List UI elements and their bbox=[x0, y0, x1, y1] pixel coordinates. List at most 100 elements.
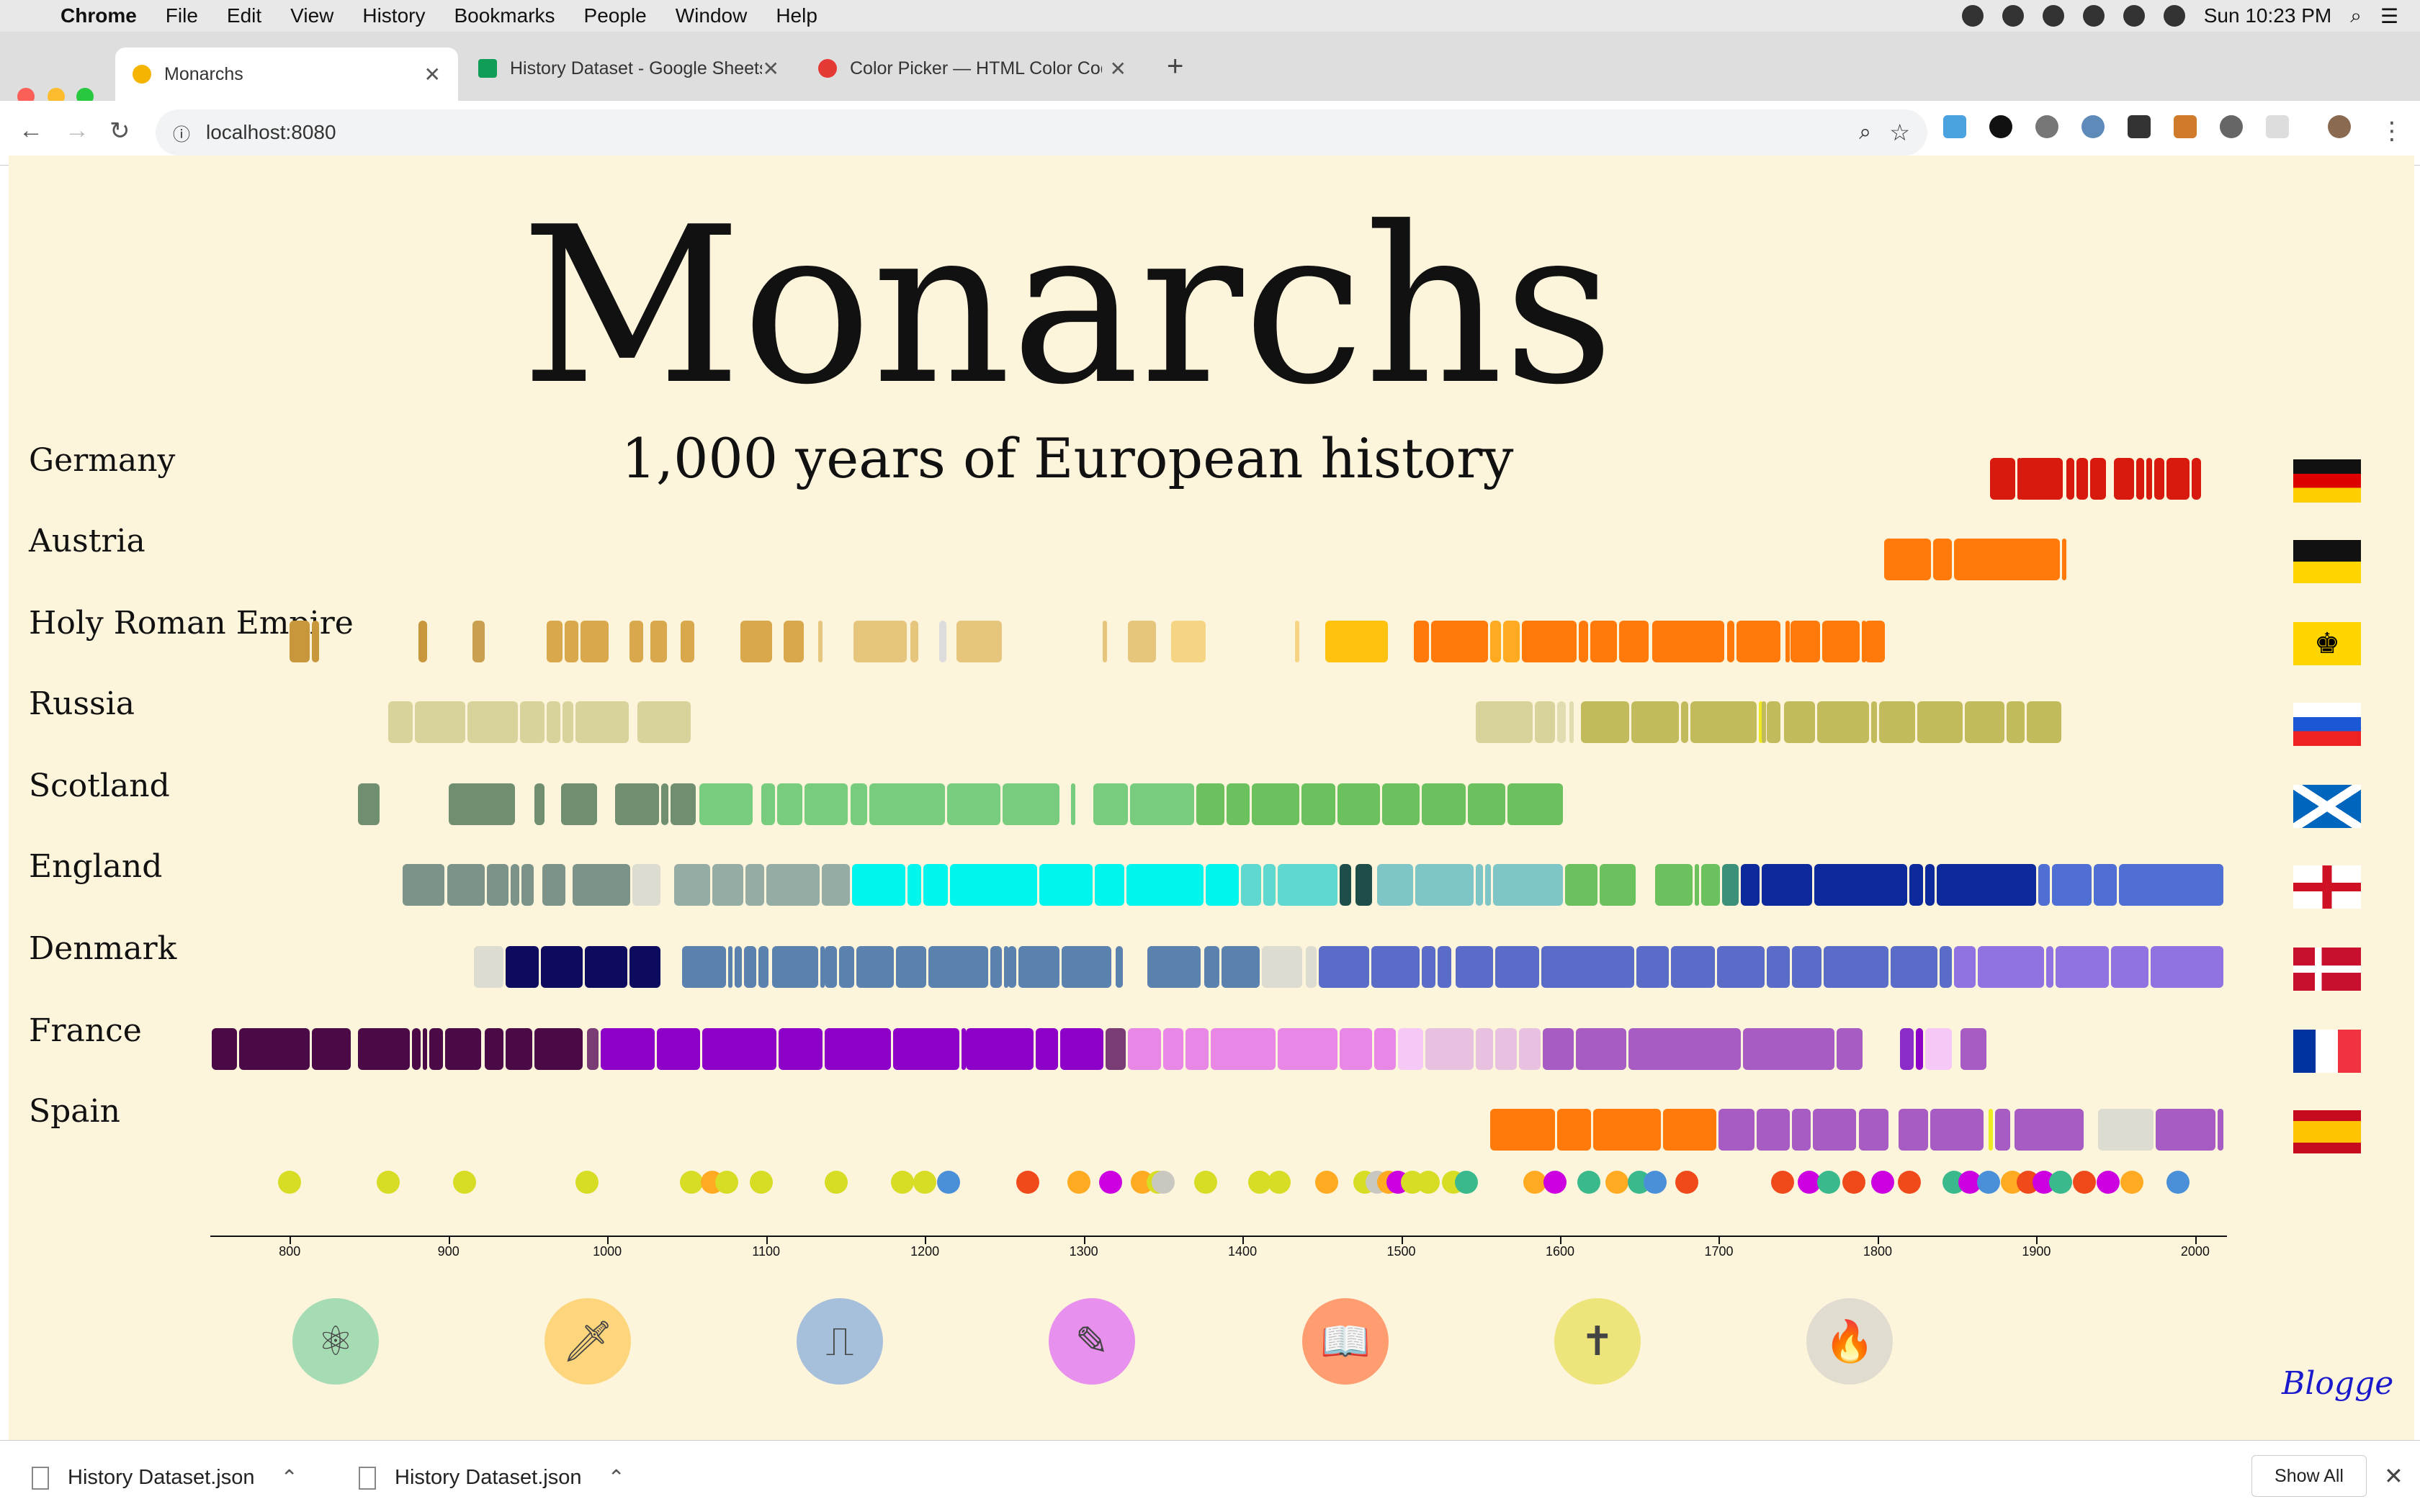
wifi-icon[interactable] bbox=[2082, 5, 2105, 27]
reign-bar[interactable] bbox=[1485, 864, 1492, 906]
reign-bar[interactable] bbox=[561, 783, 598, 825]
event-dot[interactable] bbox=[278, 1171, 302, 1194]
download-item[interactable]: History Dataset.json ⌃ bbox=[32, 1465, 298, 1490]
event-dot[interactable] bbox=[1605, 1171, 1629, 1194]
reign-bar[interactable] bbox=[572, 864, 631, 906]
reign-bar[interactable] bbox=[1170, 621, 1206, 662]
reign-bar[interactable] bbox=[2098, 1109, 2154, 1151]
reign-bar[interactable] bbox=[1431, 621, 1488, 662]
reign-bar[interactable] bbox=[1871, 701, 1878, 743]
reign-bar[interactable] bbox=[758, 946, 769, 988]
reign-bar[interactable] bbox=[1382, 783, 1420, 825]
chevron-up-icon[interactable]: ⌃ bbox=[281, 1465, 298, 1490]
event-dot[interactable] bbox=[452, 1171, 476, 1194]
reign-bar[interactable] bbox=[1631, 701, 1679, 743]
reign-bar[interactable] bbox=[1185, 1028, 1209, 1070]
reign-bar[interactable] bbox=[712, 864, 743, 906]
reign-bar[interactable] bbox=[1204, 946, 1220, 988]
reign-bar[interactable] bbox=[580, 621, 609, 662]
reign-bar[interactable] bbox=[1126, 864, 1204, 906]
reign-bar[interactable] bbox=[1636, 946, 1670, 988]
reign-bar[interactable] bbox=[1965, 701, 2004, 743]
reign-bar[interactable] bbox=[1701, 864, 1720, 906]
volume-icon[interactable] bbox=[2123, 5, 2145, 27]
reign-bar[interactable] bbox=[1196, 783, 1224, 825]
reign-bar[interactable] bbox=[506, 946, 539, 988]
info-icon[interactable]: ⓘ bbox=[173, 120, 190, 145]
reign-bar[interactable] bbox=[680, 621, 694, 662]
reign-bar[interactable] bbox=[542, 864, 566, 906]
reign-bar[interactable] bbox=[1371, 946, 1420, 988]
reign-bar[interactable] bbox=[2166, 458, 2190, 500]
menu-list-icon[interactable]: ☰ bbox=[2380, 4, 2398, 28]
reign-bar[interactable] bbox=[1306, 946, 1317, 988]
close-downloads-icon[interactable]: ✕ bbox=[2384, 1462, 2403, 1490]
reign-bar[interactable] bbox=[2027, 701, 2061, 743]
reign-bar[interactable] bbox=[1593, 1109, 1662, 1151]
reign-bar[interactable] bbox=[699, 783, 753, 825]
tab-color-picker[interactable]: Color Picker — HTML Color Codes ✕ bbox=[801, 48, 1144, 89]
reign-bar[interactable] bbox=[2018, 458, 2063, 500]
reign-bar[interactable] bbox=[1494, 946, 1539, 988]
reign-bar[interactable] bbox=[946, 783, 1001, 825]
reign-bar[interactable] bbox=[1542, 1028, 1574, 1070]
reign-bar[interactable] bbox=[534, 1028, 583, 1070]
menu-view[interactable]: View bbox=[290, 4, 333, 27]
menu-edit[interactable]: Edit bbox=[227, 4, 261, 27]
reign-bar[interactable] bbox=[1240, 864, 1261, 906]
chevron-up-icon[interactable]: ⌃ bbox=[608, 1465, 625, 1490]
event-dot[interactable] bbox=[750, 1171, 774, 1194]
reign-bar[interactable] bbox=[1898, 1109, 1928, 1151]
reign-bar[interactable] bbox=[1580, 701, 1630, 743]
reign-bar[interactable] bbox=[312, 621, 320, 662]
event-dot[interactable] bbox=[1099, 1171, 1123, 1194]
reign-bar[interactable] bbox=[1476, 864, 1484, 906]
event-dot[interactable] bbox=[1842, 1171, 1865, 1194]
bookmark-star-icon[interactable]: ☆ bbox=[1889, 119, 1910, 146]
reign-bar[interactable] bbox=[387, 701, 413, 743]
reign-bar[interactable] bbox=[1227, 783, 1250, 825]
reign-bar[interactable] bbox=[1339, 1028, 1373, 1070]
menu-window[interactable]: Window bbox=[676, 4, 748, 27]
reign-bar[interactable] bbox=[1534, 701, 1555, 743]
status-icon[interactable] bbox=[2042, 5, 2064, 27]
reign-bar[interactable] bbox=[1415, 864, 1474, 906]
show-all-button[interactable]: Show All bbox=[2251, 1455, 2367, 1497]
reign-bar[interactable] bbox=[601, 1028, 655, 1070]
reign-bar[interactable] bbox=[1960, 1028, 1987, 1070]
forward-icon[interactable]: → bbox=[65, 117, 89, 145]
menu-file[interactable]: File bbox=[166, 4, 198, 27]
reign-bar[interactable] bbox=[1899, 1028, 1914, 1070]
close-tab-icon[interactable]: ✕ bbox=[1110, 57, 1126, 81]
reign-bar[interactable] bbox=[1628, 1028, 1741, 1070]
reign-bar[interactable] bbox=[1915, 1028, 1924, 1070]
reign-bar[interactable] bbox=[473, 946, 504, 988]
event-dot[interactable] bbox=[1417, 1171, 1440, 1194]
event-dot[interactable] bbox=[913, 1171, 937, 1194]
reign-bar[interactable] bbox=[2006, 701, 2025, 743]
event-dot[interactable] bbox=[1454, 1171, 1478, 1194]
reign-bar[interactable] bbox=[928, 946, 988, 988]
reign-bar[interactable] bbox=[637, 701, 691, 743]
event-dot[interactable] bbox=[2048, 1171, 2072, 1194]
event-dot[interactable] bbox=[2120, 1171, 2143, 1194]
cross-icon[interactable]: ✝ bbox=[1554, 1298, 1641, 1385]
event-dot[interactable] bbox=[1675, 1171, 1699, 1194]
reign-bar[interactable] bbox=[893, 1028, 959, 1070]
event-dot[interactable] bbox=[376, 1171, 400, 1194]
reign-bar[interactable] bbox=[547, 621, 563, 662]
reign-bar[interactable] bbox=[423, 1028, 428, 1070]
reign-bar[interactable] bbox=[1726, 621, 1734, 662]
reign-bar[interactable] bbox=[2038, 864, 2051, 906]
reign-bar[interactable] bbox=[1858, 1109, 1888, 1151]
reign-bar[interactable] bbox=[1007, 946, 1017, 988]
reign-bar[interactable] bbox=[777, 783, 802, 825]
reign-bar[interactable] bbox=[818, 621, 823, 662]
extension-icon[interactable] bbox=[1943, 115, 1966, 138]
reign-bar[interactable] bbox=[1824, 946, 1888, 988]
reign-bar[interactable] bbox=[534, 783, 545, 825]
reign-bar[interactable] bbox=[1476, 1028, 1493, 1070]
reign-bar[interactable] bbox=[2076, 458, 2089, 500]
reign-bar[interactable] bbox=[585, 946, 628, 988]
reign-bar[interactable] bbox=[1879, 701, 1916, 743]
